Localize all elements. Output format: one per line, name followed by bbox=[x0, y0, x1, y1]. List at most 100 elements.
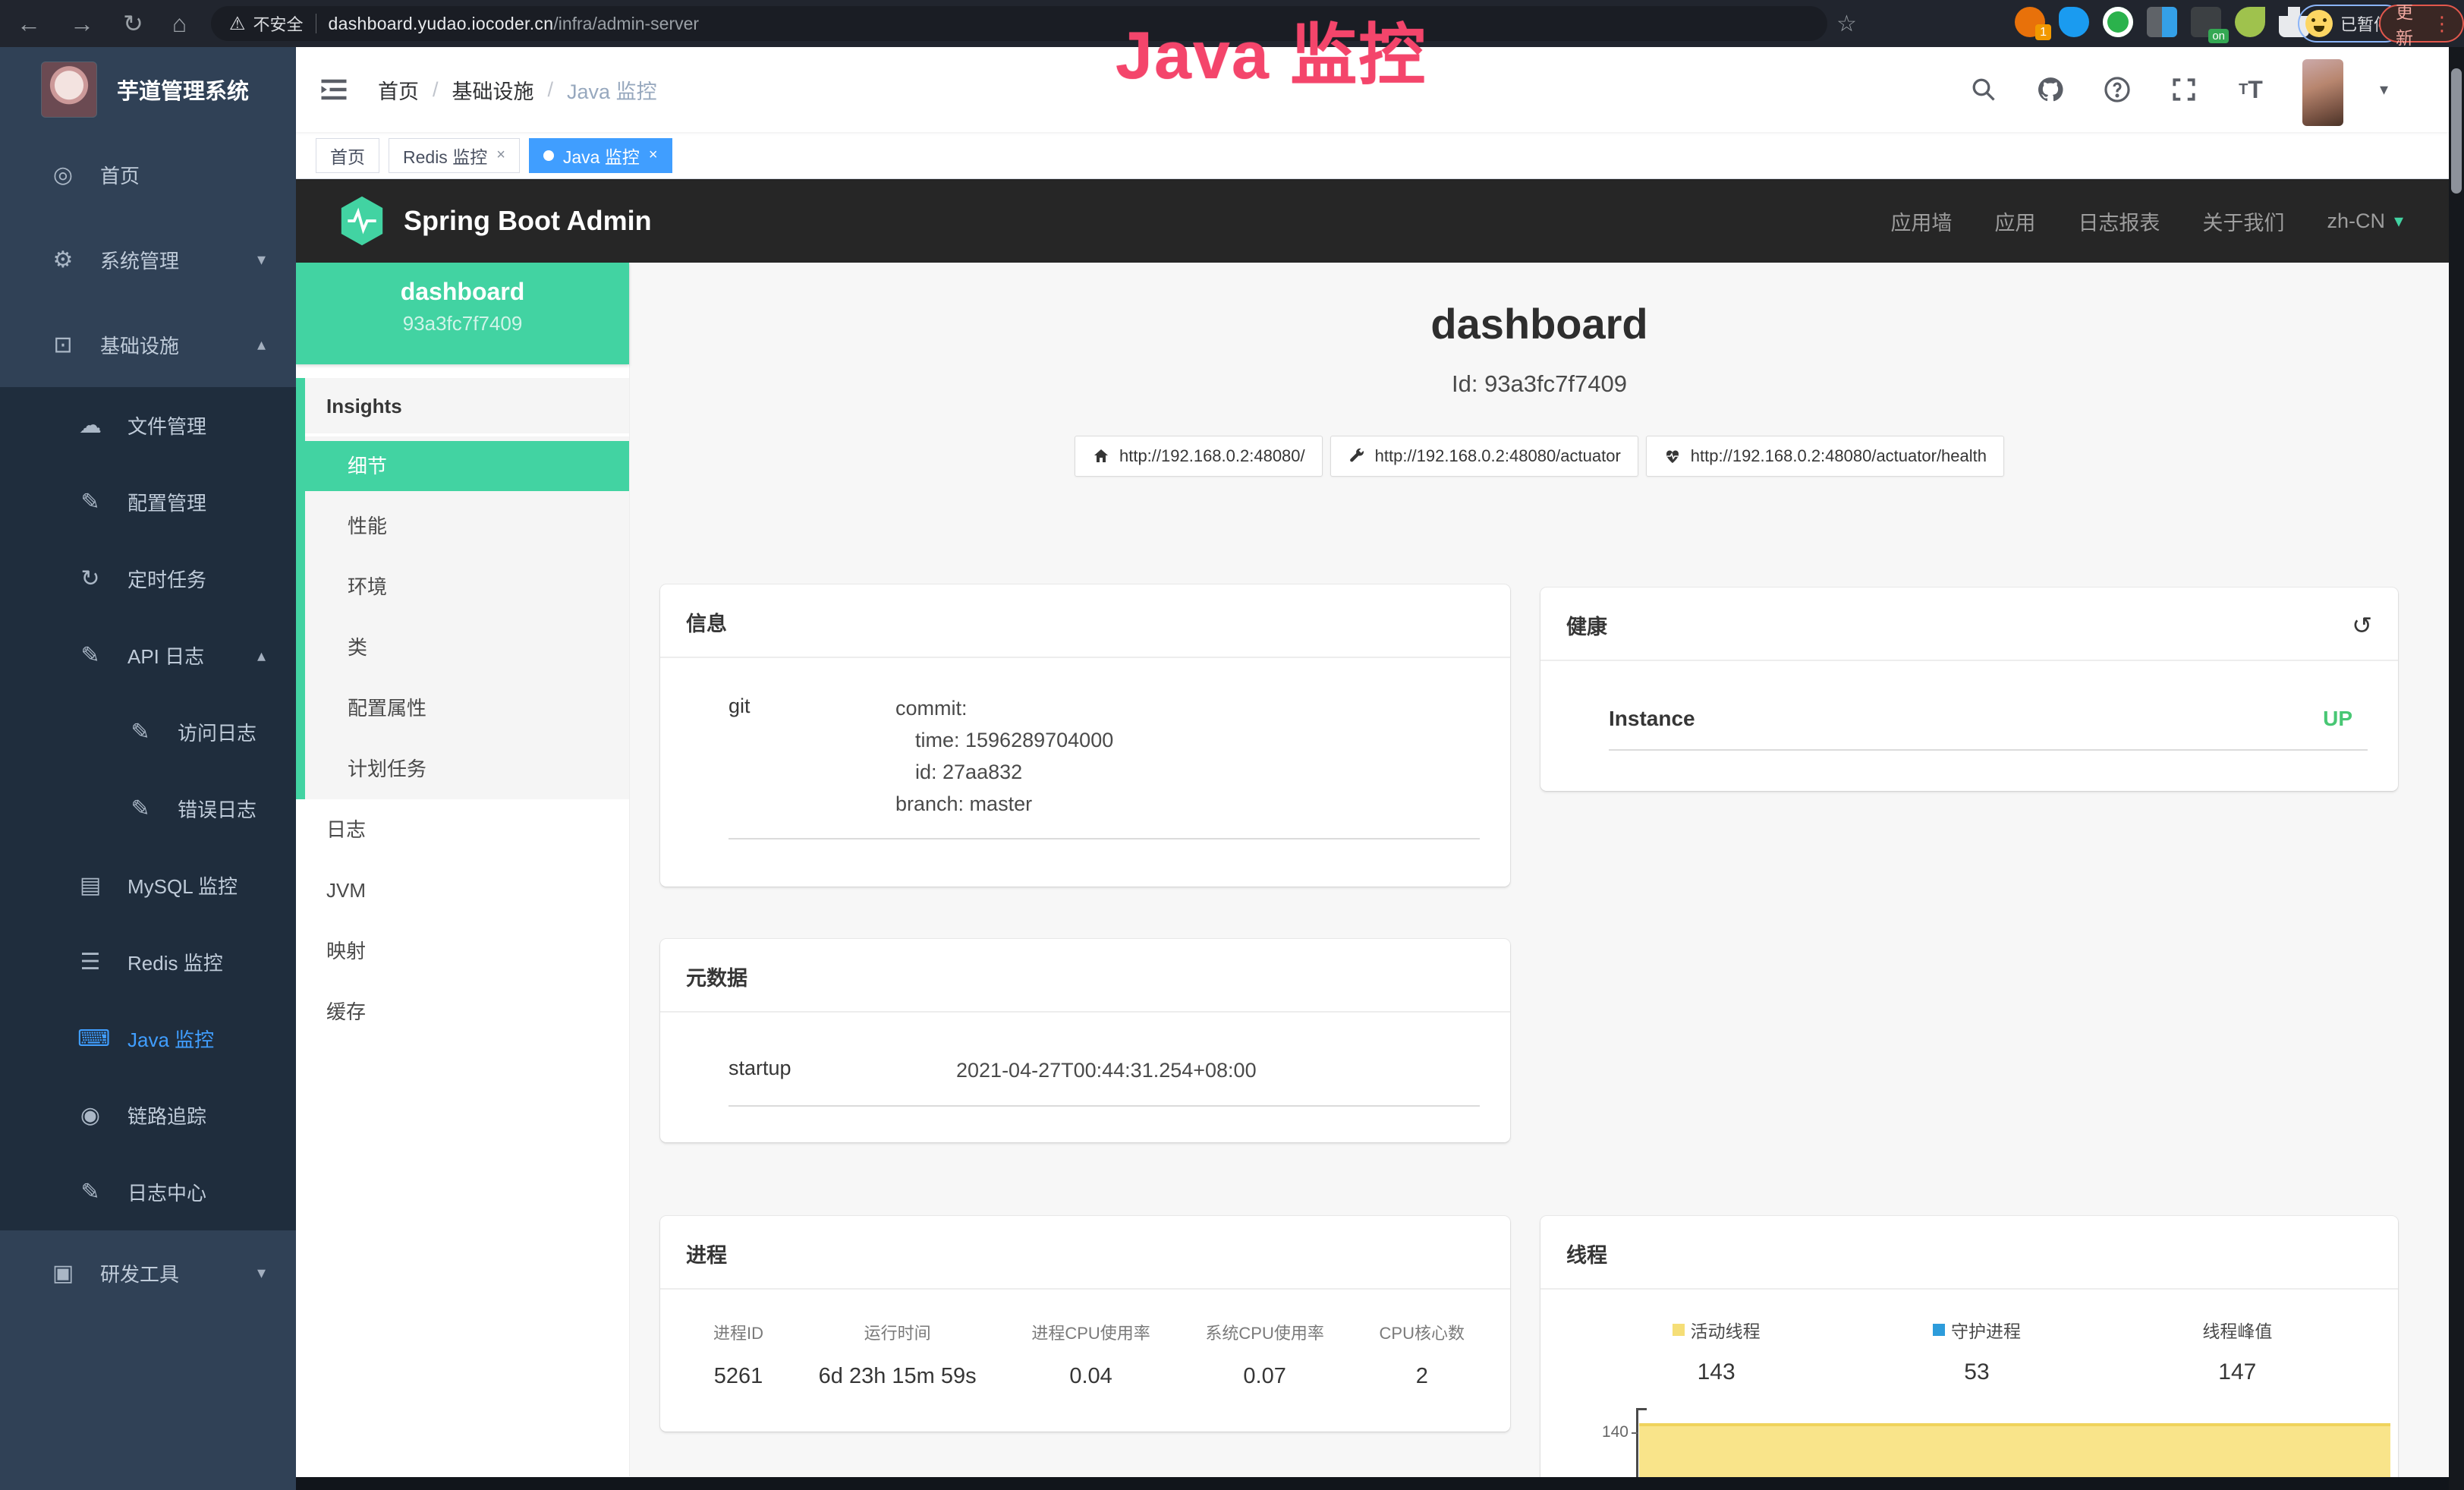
sidebar-item-access-log[interactable]: ✎ 访问日志 bbox=[0, 694, 296, 770]
cloud-icon: ☁ bbox=[77, 412, 103, 439]
instance-actuator-link[interactable]: http://192.168.0.2:48080/actuator bbox=[1330, 436, 1638, 477]
sba-item-mappings[interactable]: 映射 bbox=[296, 921, 629, 981]
extension-icon-leaf[interactable] bbox=[2235, 7, 2265, 37]
sba-item-caches[interactable]: 缓存 bbox=[296, 981, 629, 1042]
tag-redis-monitor[interactable]: Redis 监控 × bbox=[389, 138, 520, 173]
instance-home-link[interactable]: http://192.168.0.2:48080/ bbox=[1075, 436, 1323, 477]
profile-emoji-icon bbox=[2305, 10, 2333, 37]
more-menu-icon[interactable]: ⋮ bbox=[2432, 12, 2452, 36]
metadata-startup-row: startup 2021-04-27T00:44:31.254+08:00 bbox=[660, 1013, 1510, 1087]
security-label[interactable]: 不安全 bbox=[253, 11, 304, 36]
extension-icon-green[interactable] bbox=[2103, 7, 2133, 37]
sidebar-item-system[interactable]: ⚙ 系统管理 ▾ bbox=[0, 217, 296, 302]
sidebar-submenu-infra: ☁ 文件管理 ✎ 配置管理 ↻ 定时任务 ✎ API 日志 ▴ ✎ 访问日志 ✎ bbox=[0, 387, 296, 1230]
row-divider bbox=[729, 1105, 1480, 1107]
tag-java-monitor[interactable]: Java 监控 × bbox=[529, 138, 672, 173]
sba-language-select[interactable]: zh-CN ▾ bbox=[2327, 209, 2403, 233]
sba-nav-journal[interactable]: 日志报表 bbox=[2078, 206, 2160, 236]
app-logo-row[interactable]: 芋道管理系统 bbox=[0, 47, 296, 132]
card-threads-header: 线程 bbox=[1540, 1216, 2398, 1290]
sba-item-config-props[interactable]: 配置属性 bbox=[305, 678, 629, 739]
sba-item-jvm[interactable]: JVM bbox=[296, 860, 629, 921]
info-key: git bbox=[729, 693, 895, 820]
sidebar-item-label: 错误日志 bbox=[178, 795, 256, 823]
sba-nav-about[interactable]: 关于我们 bbox=[2202, 206, 2284, 236]
header-tools: TT ▾ bbox=[1968, 47, 2388, 132]
sidebar-item-log-center[interactable]: ✎ 日志中心 bbox=[0, 1154, 296, 1230]
chevron-up-icon: ▴ bbox=[257, 646, 266, 666]
forward-icon[interactable]: → bbox=[70, 11, 94, 36]
screen: ← → ↻ ⌂ ⚠ 不安全 dashboard.yudao.iocoder.cn… bbox=[0, 0, 2464, 1490]
status-badge: UP bbox=[2323, 707, 2352, 731]
sidebar-item-mysql-monitor[interactable]: ▤ MySQL 监控 bbox=[0, 847, 296, 924]
breadcrumb-separator: / bbox=[548, 78, 554, 102]
sidebar-item-file-manage[interactable]: ☁ 文件管理 bbox=[0, 387, 296, 464]
github-icon[interactable] bbox=[2035, 74, 2066, 105]
extension-icon-grid[interactable] bbox=[2147, 7, 2177, 37]
sidebar-item-java-monitor[interactable]: ⌨ Java 监控 bbox=[0, 1000, 296, 1077]
sba-item-logs[interactable]: 日志 bbox=[296, 799, 629, 860]
close-icon[interactable]: × bbox=[496, 146, 505, 164]
extension-icon-switch[interactable]: on bbox=[2191, 7, 2221, 37]
instance-health-link[interactable]: http://192.168.0.2:48080/actuator/health bbox=[1646, 436, 2004, 477]
sidebar-item-label: 首页 bbox=[100, 161, 140, 189]
sidebar-item-scheduled-jobs[interactable]: ↻ 定时任务 bbox=[0, 540, 296, 617]
font-size-icon[interactable]: TT bbox=[2236, 74, 2266, 105]
breadcrumb-home[interactable]: 首页 bbox=[378, 75, 419, 105]
sba-item-metrics[interactable]: 性能 bbox=[305, 496, 629, 556]
reload-icon[interactable]: ↻ bbox=[123, 11, 143, 36]
extension-icon-pin[interactable] bbox=[2059, 7, 2089, 37]
tag-label: Redis 监控 bbox=[403, 143, 487, 169]
process-col-system-cpu: 系统CPU使用率 0.07 bbox=[1205, 1320, 1323, 1389]
extensions-row: 1 on bbox=[2015, 7, 2309, 37]
sidebar-item-home[interactable]: ◎ 首页 bbox=[0, 132, 296, 217]
sba-item-scheduled-tasks[interactable]: 计划任务 bbox=[305, 739, 629, 799]
fullscreen-icon[interactable] bbox=[2169, 74, 2199, 105]
help-icon[interactable] bbox=[2102, 74, 2132, 105]
sidebar-item-trace[interactable]: ◉ 链路追踪 bbox=[0, 1077, 296, 1154]
sba-nav-applications[interactable]: 应用 bbox=[1994, 206, 2035, 236]
search-icon[interactable] bbox=[1968, 74, 1999, 105]
sba-item-classes[interactable]: 类 bbox=[305, 617, 629, 678]
breadcrumb-infra[interactable]: 基础设施 bbox=[452, 75, 534, 105]
sba-brand[interactable]: Spring Boot Admin bbox=[296, 195, 652, 247]
log-edit-icon: ✎ bbox=[77, 642, 103, 669]
column-header: 进程ID bbox=[713, 1320, 763, 1344]
home-icon[interactable]: ⌂ bbox=[172, 11, 187, 36]
tag-home[interactable]: 首页 bbox=[316, 138, 379, 173]
back-icon[interactable]: ← bbox=[17, 11, 41, 36]
health-instance-row[interactable]: Instance UP bbox=[1540, 661, 2398, 731]
sidebar-item-dev-tools[interactable]: ▣ 研发工具 ▾ bbox=[0, 1230, 296, 1315]
bookmark-star-icon[interactable]: ☆ bbox=[1836, 11, 1857, 37]
sba-item-environment[interactable]: 环境 bbox=[305, 556, 629, 617]
avatar-caret-icon[interactable]: ▾ bbox=[2380, 80, 2388, 99]
hamburger-icon[interactable] bbox=[317, 73, 351, 106]
sba-instance-header[interactable]: dashboard 93a3fc7f7409 bbox=[296, 263, 629, 364]
sidebar-item-redis-monitor[interactable]: ☰ Redis 监控 bbox=[0, 924, 296, 1000]
extension-icon-orange[interactable]: 1 bbox=[2015, 7, 2045, 37]
scrollbar-thumb[interactable] bbox=[2451, 68, 2462, 194]
sba-brand-title: Spring Boot Admin bbox=[404, 205, 652, 237]
log-edit-icon: ✎ bbox=[127, 795, 153, 822]
log-edit-icon: ✎ bbox=[77, 1179, 103, 1205]
row-divider bbox=[1609, 749, 2368, 751]
address-bar[interactable]: ⚠ 不安全 dashboard.yudao.iocoder.cn /infra/… bbox=[211, 6, 1827, 41]
browser-update-button[interactable]: 更新 ⋮ bbox=[2379, 5, 2464, 43]
card-threads: 线程 活动线程 143 守护进程 53 bbox=[1540, 1216, 2398, 1490]
sidebar-item-config-manage[interactable]: ✎ 配置管理 bbox=[0, 464, 296, 540]
page-scrollbar[interactable] bbox=[2449, 47, 2464, 1490]
sidebar-item-infra[interactable]: ⊡ 基础设施 ▴ bbox=[0, 302, 296, 387]
table-icon: ▤ bbox=[77, 872, 103, 899]
sidebar-item-error-log[interactable]: ✎ 错误日志 bbox=[0, 770, 296, 847]
app-sidebar: 芋道管理系统 ◎ 首页 ⚙ 系统管理 ▾ ⊡ 基础设施 ▴ ☁ 文件管理 ✎ 配… bbox=[0, 47, 296, 1490]
sba-item-details[interactable]: 细节 bbox=[305, 441, 629, 491]
close-icon[interactable]: × bbox=[649, 146, 658, 164]
extension-on-badge: on bbox=[2208, 29, 2229, 43]
card-title: 元数据 bbox=[686, 962, 747, 991]
sidebar-item-label: 链路追踪 bbox=[127, 1101, 206, 1129]
sidebar-item-label: 配置管理 bbox=[127, 488, 206, 516]
sba-nav-wallboard[interactable]: 应用墙 bbox=[1890, 206, 1952, 236]
sidebar-item-api-log[interactable]: ✎ API 日志 ▴ bbox=[0, 617, 296, 694]
history-icon[interactable]: ↺ bbox=[2352, 611, 2372, 640]
avatar[interactable] bbox=[2302, 59, 2343, 126]
